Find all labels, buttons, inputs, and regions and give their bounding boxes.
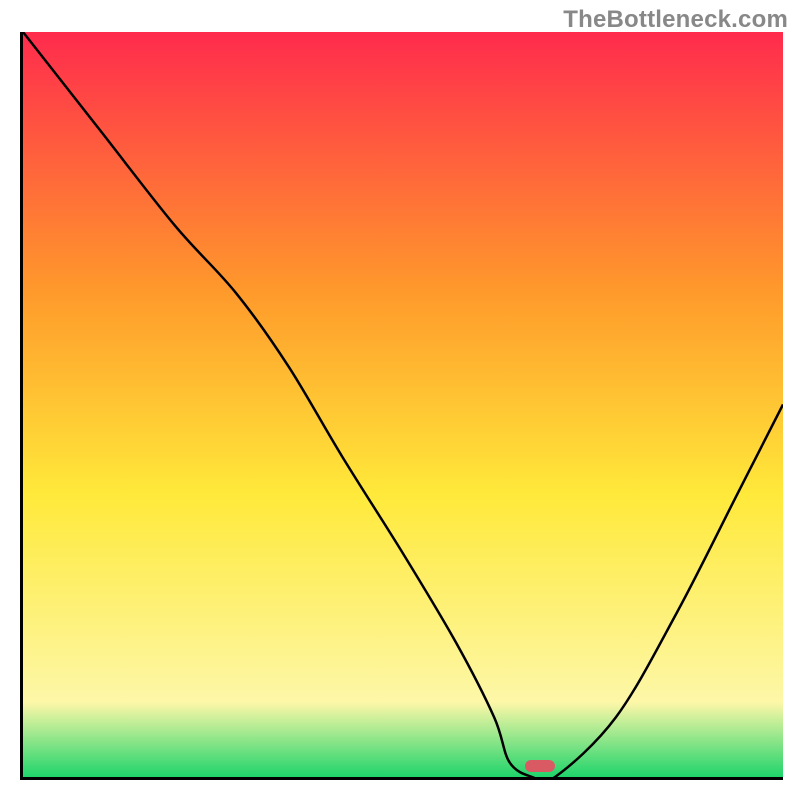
watermark-text: TheBottleneck.com — [563, 6, 788, 34]
optimal-marker — [525, 760, 555, 772]
curve-path — [23, 32, 783, 777]
plot-area — [20, 32, 783, 780]
bottleneck-curve — [23, 32, 783, 777]
